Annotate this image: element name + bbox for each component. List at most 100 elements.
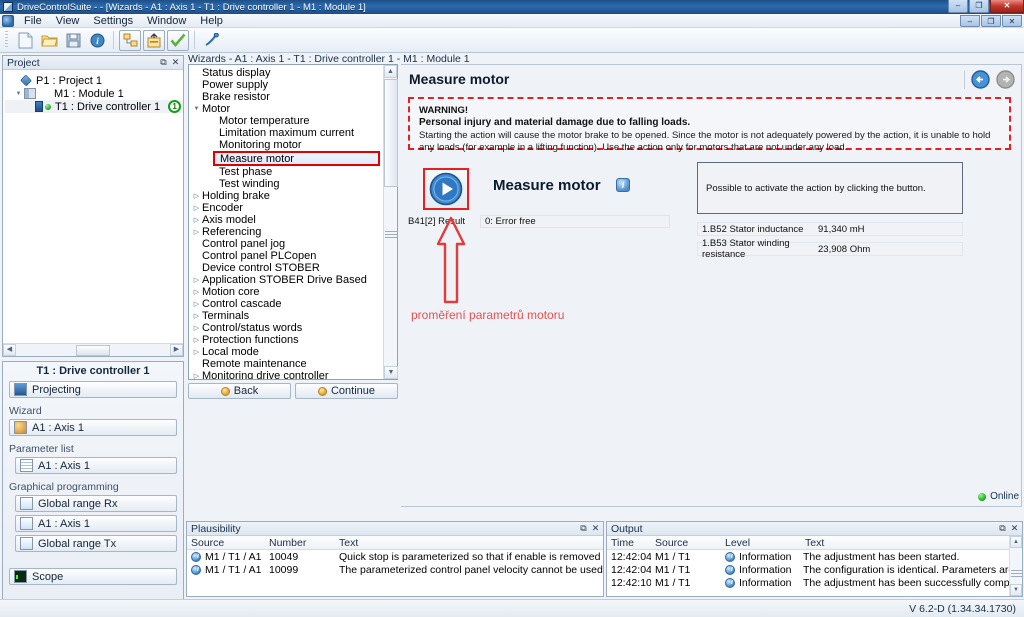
wizard-item-motion-core[interactable]: ▷ Motion core [189, 286, 383, 298]
table-row[interactable]: 12:42:10 M1 / T1 i Information The adjus… [607, 576, 1022, 589]
back-button[interactable]: Back [188, 383, 291, 399]
scope-button[interactable]: Scope [9, 568, 177, 585]
minimize-button[interactable]: – [948, 0, 968, 13]
scroll-up-arrow[interactable]: ▲ [384, 65, 397, 78]
expander[interactable]: ▷ [191, 228, 202, 236]
tree-item-module[interactable]: ▼ M1 : Module 1 [5, 87, 183, 100]
wizard-item-motor-temperature[interactable]: Motor temperature [189, 115, 383, 127]
expander[interactable]: ▷ [191, 348, 202, 356]
output-vertical-scrollbar[interactable]: ▲ ▼ [1009, 536, 1022, 596]
table-row[interactable]: i M1 / T1 / A1 10099 The parameterized c… [187, 563, 603, 576]
wizard-item-test-phase[interactable]: Test phase [189, 166, 383, 178]
mdi-restore-button[interactable]: ❐ [981, 15, 1001, 27]
transfer-icon[interactable] [143, 29, 165, 51]
tree-item-drive-controller[interactable]: T1 : Drive controller 1 1 [5, 100, 183, 113]
expander[interactable]: ▷ [191, 300, 202, 308]
wizard-item-control-status-words[interactable]: ▷ Control/status words [189, 322, 383, 334]
continue-button[interactable]: Continue [295, 383, 398, 399]
table-row[interactable]: i M1 / T1 / A1 10049 Quick stop is param… [187, 550, 603, 563]
wizard-item-protection-functions[interactable]: ▷ Protection functions [189, 334, 383, 346]
check-icon[interactable] [167, 29, 189, 51]
menu-item-window[interactable]: Window [140, 14, 193, 28]
close-icon[interactable]: ✕ [1009, 523, 1020, 534]
wizard-item-control-cascade[interactable]: ▷ Control cascade [189, 298, 383, 310]
wizard-axis1-button[interactable]: A1 : Axis 1 [9, 419, 177, 436]
wizard-vertical-scrollbar[interactable]: ▲ ▼ [383, 65, 398, 379]
scroll-down-arrow[interactable]: ▼ [384, 366, 398, 379]
close-button[interactable]: ✕ [990, 0, 1024, 13]
wizard-item-terminals[interactable]: ▷ Terminals [189, 310, 383, 322]
column-header-source[interactable]: Source [651, 537, 721, 549]
float-icon[interactable]: ⧉ [578, 523, 589, 534]
wizard-item-monitoring-motor[interactable]: Monitoring motor [189, 139, 383, 151]
nav-back-icon[interactable] [971, 70, 990, 89]
expander[interactable]: ▷ [191, 288, 202, 296]
wizard-item-referencing[interactable]: ▷ Referencing [189, 226, 383, 238]
projecting-button[interactable]: Projecting [9, 381, 177, 398]
save-disk-icon[interactable] [62, 30, 84, 51]
menu-item-settings[interactable]: Settings [86, 14, 140, 28]
wizard-item-axis-model[interactable]: ▷ Axis model [189, 214, 383, 226]
wizard-item-remote-maintenance[interactable]: Remote maintenance [189, 358, 383, 370]
column-header-text[interactable]: Text [801, 537, 1022, 549]
expander[interactable]: ▷ [191, 372, 202, 379]
scroll-right-arrow[interactable]: ▶ [170, 344, 183, 356]
wizard-item-holding-brake[interactable]: ▷ Holding brake [189, 190, 383, 202]
wizard-item-monitoring-drive-controller[interactable]: ▷ Monitoring drive controller [189, 370, 383, 379]
scroll-up-arrow[interactable]: ▲ [1010, 536, 1022, 548]
scroll-thumb[interactable] [384, 79, 398, 187]
mdi-close-button[interactable]: ✕ [1002, 15, 1022, 27]
toolbar-grip[interactable] [4, 31, 9, 49]
global-range-rx-button[interactable]: Global range Rx [15, 495, 177, 512]
info-icon[interactable]: i [616, 178, 630, 192]
wizard-item-control-panel-jog[interactable]: Control panel jog [189, 238, 383, 250]
wizard-item-limitation-maximum-current[interactable]: Limitation maximum current [189, 127, 383, 139]
wizard-item-status-display[interactable]: Status display [189, 67, 383, 79]
wizard-item-power-supply[interactable]: Power supply [189, 79, 383, 91]
column-header-number[interactable]: Number [265, 537, 335, 549]
scroll-thumb[interactable] [76, 344, 110, 356]
expander[interactable]: ▷ [191, 216, 202, 224]
close-icon[interactable]: ✕ [170, 57, 181, 68]
wizard-item-device-control-stober[interactable]: Device control STOBER [189, 262, 383, 274]
scroll-down-arrow[interactable]: ▼ [1010, 584, 1022, 596]
global-range-tx-button[interactable]: Global range Tx [15, 535, 177, 552]
connect-icon[interactable] [200, 30, 222, 51]
scroll-left-arrow[interactable]: ◀ [3, 344, 16, 356]
tree-item-project[interactable]: P1 : Project 1 [5, 74, 183, 87]
column-header-source[interactable]: Source [187, 537, 265, 549]
play-icon[interactable] [429, 172, 463, 206]
parameter-list-axis1-button[interactable]: A1 : Axis 1 [15, 457, 177, 474]
expander[interactable]: ▷ [191, 324, 202, 332]
expander[interactable]: ▷ [191, 192, 202, 200]
table-row[interactable]: 12:42:04 M1 / T1 i Information The adjus… [607, 550, 1022, 563]
expander[interactable]: ▷ [191, 276, 202, 284]
wizard-item-local-mode[interactable]: ▷ Local mode [189, 346, 383, 358]
expander[interactable]: ▷ [191, 336, 202, 344]
new-document-icon[interactable] [14, 30, 36, 51]
mdi-minimize-button[interactable]: – [960, 15, 980, 27]
graphical-axis1-button[interactable]: A1 : Axis 1 [15, 515, 177, 532]
expander[interactable]: ▷ [191, 204, 202, 212]
table-row[interactable]: 12:42:04 M1 / T1 i Information The confi… [607, 563, 1022, 576]
column-header-level[interactable]: Level [721, 537, 801, 549]
wizard-item-test-winding[interactable]: Test winding [189, 178, 383, 190]
expander[interactable]: ▼ [191, 106, 202, 112]
menu-item-file[interactable]: File [17, 14, 49, 28]
info-icon[interactable]: i [86, 30, 108, 51]
column-header-time[interactable]: Time [607, 537, 651, 549]
project-horizontal-scrollbar[interactable]: ◀ ▶ [3, 343, 183, 356]
application-menu-icon[interactable] [2, 14, 14, 27]
wizard-item-application-stober-drive-based[interactable]: ▷ Application STOBER Drive Based [189, 274, 383, 286]
menu-item-help[interactable]: Help [193, 14, 230, 28]
wizard-item-measure-motor[interactable]: Measure motor [213, 151, 380, 166]
wizard-item-brake-resistor[interactable]: Brake resistor [189, 91, 383, 103]
module-tree-icon[interactable] [119, 29, 141, 51]
menu-item-view[interactable]: View [49, 14, 87, 28]
tree-expander[interactable]: ▼ [13, 91, 24, 97]
expander[interactable]: ▷ [191, 312, 202, 320]
float-icon[interactable]: ⧉ [997, 523, 1008, 534]
wizard-item-control-panel-plcopen[interactable]: Control panel PLCopen [189, 250, 383, 262]
wizard-item-encoder[interactable]: ▷ Encoder [189, 202, 383, 214]
restore-button[interactable]: ❐ [969, 0, 989, 13]
